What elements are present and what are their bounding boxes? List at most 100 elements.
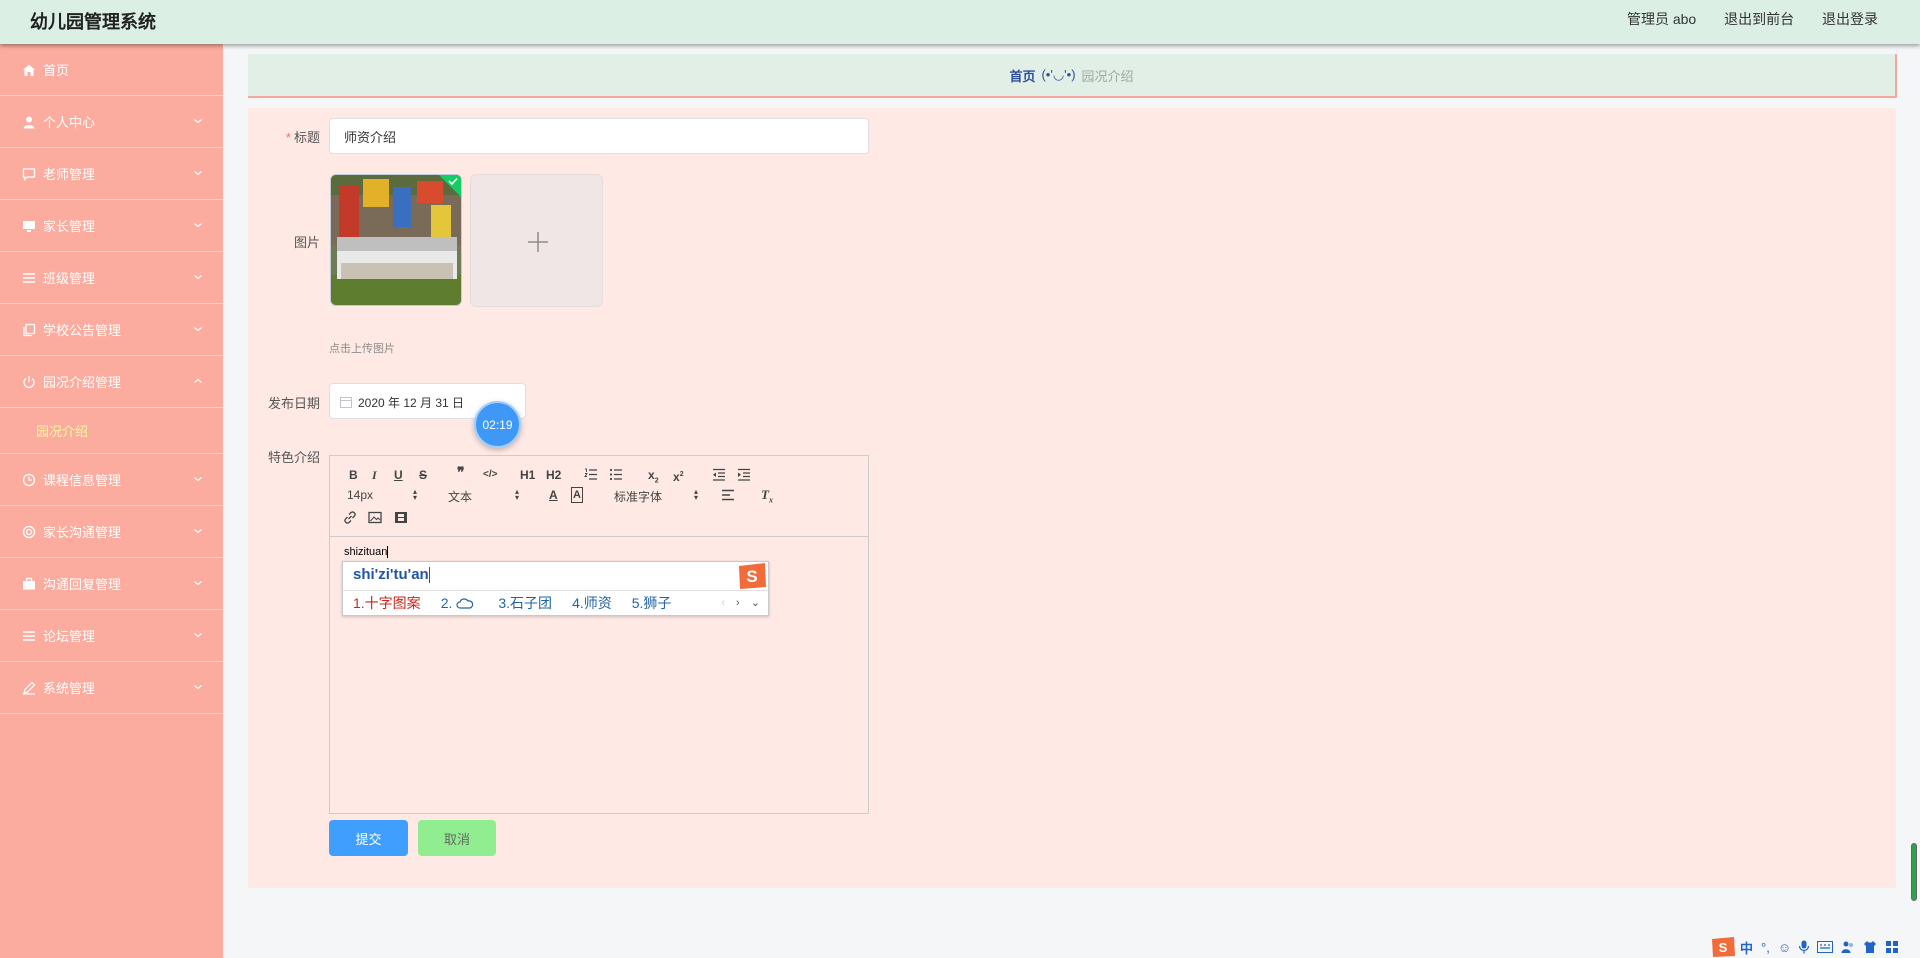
italic-button[interactable]: I <box>372 468 377 482</box>
plus-icon <box>528 232 548 252</box>
heading-select[interactable]: 文本 ▴ ▾ <box>448 488 523 505</box>
ime-candidate[interactable]: 2. <box>441 595 475 611</box>
keyboard-icon[interactable] <box>1817 941 1834 953</box>
back-to-front-link[interactable]: 退出到前台 <box>1724 11 1794 27</box>
code-icon[interactable]: </> <box>483 468 497 482</box>
indent-icon[interactable] <box>737 468 751 481</box>
title-label: * 标题 <box>285 130 320 145</box>
editor-toolbar: B I U S ❞ </> H1 H2 x2 x2 14px ▴ ▾ 文本 ▴ ▾ A … <box>330 456 868 537</box>
video-icon[interactable] <box>394 511 408 524</box>
sidebar-item-label: 课程信息管理 <box>43 473 122 488</box>
chat-icon <box>22 167 36 181</box>
subscript-button[interactable]: x2 <box>648 468 659 488</box>
ime-next-icon[interactable]: › <box>736 597 740 609</box>
ime-status-tray: S 中 °, ☺ <box>1710 936 1899 958</box>
sidebar-item-announcements[interactable]: 学校公告管理 <box>0 304 223 356</box>
shirt-icon[interactable] <box>1863 940 1877 954</box>
svg-text:S: S <box>1719 940 1728 955</box>
ime-composition-text: shi'zi'tu'an <box>353 566 430 584</box>
text-caret <box>387 546 389 559</box>
ordered-list-icon[interactable] <box>584 468 598 481</box>
blockquote-icon[interactable]: ❞ <box>457 467 465 481</box>
sidebar-item-label: 首页 <box>43 63 70 78</box>
link-icon[interactable] <box>343 511 357 524</box>
strike-button[interactable]: S <box>419 468 427 482</box>
ime-expand-icon[interactable]: ⌄ <box>751 597 760 609</box>
ime-candidate[interactable]: 3.石子团 <box>498 595 552 611</box>
top-header: 幼儿园管理系统 管理员 abo 退出到前台 退出登录 <box>0 0 1920 44</box>
ime-candidates: 1.十字图案 2. 3.石子团 4.师资 5.狮子 <box>353 593 691 613</box>
power-icon <box>23 375 35 388</box>
logout-link[interactable]: 退出登录 <box>1822 11 1878 27</box>
sidebar-item-label: 学校公告管理 <box>43 323 122 338</box>
admin-user-label[interactable]: 管理员 abo <box>1627 11 1696 27</box>
ime-candidate[interactable]: 4.师资 <box>572 595 612 611</box>
calendar-icon <box>340 397 352 408</box>
chevron-down-icon <box>194 685 202 690</box>
breadcrumb-home[interactable]: 首页 <box>1009 66 1035 85</box>
chevron-down-icon <box>194 171 202 176</box>
ime-lang-toggle[interactable]: 中 <box>1740 938 1753 957</box>
sidebar-item-intro-management[interactable]: 园况介绍管理 <box>0 356 223 408</box>
h1-button[interactable]: H1 <box>520 468 535 482</box>
sidebar-item-label: 园况介绍管理 <box>43 375 122 390</box>
sidebar-item-label: 家长管理 <box>43 219 96 234</box>
user-icon <box>23 116 35 128</box>
superscript-button[interactable]: x2 <box>673 468 684 484</box>
sidebar-item-label: 系统管理 <box>43 681 96 696</box>
chevron-down-icon <box>194 119 202 124</box>
chevron-up-icon <box>194 378 202 383</box>
sidebar-item-home[interactable]: 首页 <box>0 44 223 96</box>
uploaded-image-thumbnail[interactable] <box>330 174 462 306</box>
sidebar-item-parents[interactable]: 家长管理 <box>0 200 223 252</box>
sidebar-item-replies[interactable]: 沟通回复管理 <box>0 558 223 610</box>
ime-punct-toggle[interactable]: °, <box>1761 940 1770 955</box>
ime-prev-icon[interactable]: ‹ <box>721 597 725 609</box>
chevron-down-icon <box>194 477 202 482</box>
recording-timer-badge[interactable]: 02:19 <box>474 401 521 448</box>
font-color-button[interactable]: A <box>549 488 558 502</box>
users-icon[interactable] <box>1841 940 1855 954</box>
h2-button[interactable]: H2 <box>546 468 561 482</box>
microphone-icon[interactable] <box>1799 940 1810 954</box>
briefcase-icon <box>23 577 35 589</box>
sidebar-item-parent-communication[interactable]: 家长沟通管理 <box>0 506 223 558</box>
align-left-icon[interactable] <box>721 489 735 501</box>
breadcrumb-separator: (•'◡'•) <box>1041 67 1076 82</box>
sidebar-item-courses[interactable]: 课程信息管理 <box>0 454 223 506</box>
bold-button[interactable]: B <box>349 468 358 482</box>
sidebar: 首页 个人中心 老师管理 家长管理 班级管理 学校公告管理 园况介绍管理 园况介… <box>0 44 223 958</box>
sidebar-item-forum[interactable]: 论坛管理 <box>0 610 223 662</box>
clear-format-button[interactable]: Tx <box>761 488 773 508</box>
edit-icon <box>23 681 36 695</box>
outdent-icon[interactable] <box>712 468 726 481</box>
font-family-select[interactable]: 标准字体 ▴ ▾ <box>614 488 704 505</box>
sidebar-item-classes[interactable]: 班级管理 <box>0 252 223 304</box>
sogou-logo-icon: S <box>739 563 766 589</box>
background-color-button[interactable]: A <box>571 487 583 503</box>
font-size-select[interactable]: 14px ▴ ▾ <box>347 488 422 503</box>
emoji-icon[interactable]: ☺ <box>1778 940 1791 955</box>
sidebar-subitem-intro[interactable]: 园况介绍 <box>0 408 223 454</box>
sogou-tray-icon[interactable]: S <box>1710 936 1736 958</box>
sidebar-item-system[interactable]: 系统管理 <box>0 662 223 714</box>
upload-image-button[interactable] <box>470 174 603 307</box>
feature-intro-label: 特色介绍 <box>267 450 320 465</box>
bullet-list-icon[interactable] <box>609 468 623 481</box>
cancel-button[interactable]: 取消 <box>418 820 496 856</box>
underline-button[interactable]: U <box>394 468 403 482</box>
sidebar-item-personal[interactable]: 个人中心 <box>0 96 223 148</box>
scrollbar-thumb[interactable] <box>1911 843 1917 901</box>
ime-candidate[interactable]: 1.十字图案 <box>353 595 421 611</box>
chevron-down-icon <box>194 581 202 586</box>
sidebar-item-teachers[interactable]: 老师管理 <box>0 148 223 200</box>
grid-icon[interactable] <box>1885 940 1899 954</box>
title-input[interactable] <box>329 118 869 154</box>
ime-candidate[interactable]: 5.狮子 <box>632 595 672 611</box>
check-icon <box>439 175 461 197</box>
editor-content[interactable]: shizituan <box>344 546 389 559</box>
image-icon[interactable] <box>368 511 382 524</box>
chevron-down-icon <box>194 275 202 280</box>
submit-button[interactable]: 提交 <box>329 820 408 856</box>
circle-icon <box>22 525 36 538</box>
